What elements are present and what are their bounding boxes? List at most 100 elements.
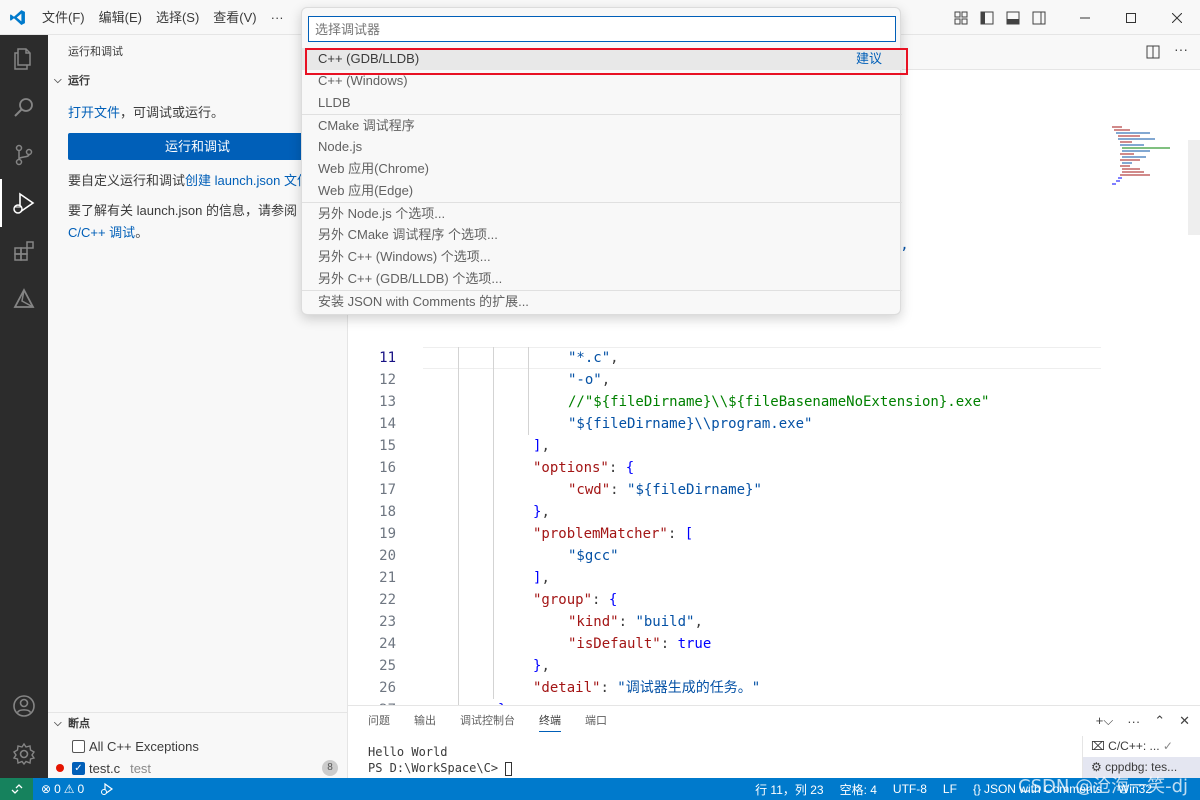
- code-token: :: [592, 592, 609, 608]
- code-line[interactable]: 22 "group": {: [348, 589, 1108, 611]
- debugger-option[interactable]: Web 应用(Chrome): [302, 158, 902, 180]
- code-token: "-o": [568, 372, 602, 388]
- code-token: "cwd": [568, 482, 611, 498]
- code-line[interactable]: 21],: [348, 567, 1108, 589]
- breakpoints-header[interactable]: ⌵ 断点: [48, 713, 347, 735]
- debugger-option[interactable]: 另外 C++ (GDB/LLDB) 个选项...: [302, 268, 902, 290]
- code-line[interactable]: 17 "cwd": "${fileDirname}": [348, 479, 1108, 501]
- breakpoint-checkbox[interactable]: ✓: [72, 761, 85, 775]
- braces-icon: {}: [972, 782, 981, 796]
- close-panel-icon[interactable]: ✕: [1179, 713, 1190, 729]
- select-debugger-input[interactable]: [308, 16, 896, 42]
- tab-output[interactable]: 输出: [414, 706, 436, 736]
- menu-edit[interactable]: 编辑(E): [92, 0, 149, 35]
- line-number: 17: [379, 482, 396, 498]
- line-content: "detail": "调试器生成的任务。": [533, 677, 760, 699]
- debugger-option[interactable]: 安装 JSON with Comments 的扩展...: [302, 290, 902, 312]
- minimize-button[interactable]: [1062, 0, 1108, 35]
- code-line[interactable]: 16 "options": {: [348, 457, 1108, 479]
- debugger-option[interactable]: 另外 C++ (Windows) 个选项...: [302, 246, 902, 268]
- debugger-option-label: Node.js: [318, 139, 363, 154]
- menu-file[interactable]: 文件(F): [35, 0, 92, 35]
- code-token: [: [684, 526, 694, 542]
- accounts-icon[interactable]: [0, 682, 48, 730]
- code-line[interactable]: 25},: [348, 655, 1108, 677]
- remote-icon[interactable]: [0, 778, 33, 800]
- encoding[interactable]: UTF-8: [885, 782, 935, 796]
- split-editor-icon[interactable]: [1146, 45, 1160, 62]
- line-content: "${fileDirname}\\program.exe": [568, 413, 812, 435]
- explorer-icon[interactable]: [0, 35, 48, 83]
- tab-debug-console[interactable]: 调试控制台: [460, 706, 515, 736]
- search-icon[interactable]: [0, 83, 48, 131]
- open-file-link[interactable]: 打开文件: [68, 105, 120, 120]
- debugger-option[interactable]: CMake 调试程序: [302, 114, 902, 136]
- debugger-option[interactable]: 另外 CMake 调试程序 个选项...: [302, 224, 902, 246]
- run-and-debug-button[interactable]: 运行和调试: [68, 133, 327, 160]
- terminal-line: Hello World: [368, 745, 448, 759]
- code-token: ,: [541, 504, 550, 520]
- debugger-option[interactable]: 另外 Node.js 个选项...: [302, 202, 902, 224]
- create-launch-json-link[interactable]: 创建 launch.json 文件: [185, 173, 310, 188]
- more-actions-icon[interactable]: ···: [1174, 41, 1188, 57]
- code-line[interactable]: 20 "$gcc": [348, 545, 1108, 567]
- line-content: //"${fileDirname}\\${fileBasenameNoExten…: [568, 391, 989, 413]
- code-line[interactable]: 26 "detail": "调试器生成的任务。": [348, 677, 1108, 699]
- debugger-option[interactable]: Node.js: [302, 136, 902, 158]
- close-button[interactable]: [1154, 0, 1200, 35]
- bottom-panel: 问题 输出 调试控制台 终端 端口 +⌵ ··· ⌃ ✕ Hello World…: [348, 705, 1200, 779]
- code-line[interactable]: 14 "${fileDirname}\\program.exe": [348, 413, 1108, 435]
- chevron-down-icon: ⌵: [54, 718, 62, 729]
- debugger-option-label: C++ (Windows): [318, 73, 408, 88]
- breakpoint-item-test[interactable]: ✓ test.c test 8: [48, 757, 347, 778]
- new-terminal-icon[interactable]: +⌵: [1096, 713, 1113, 729]
- breakpoints-label: 断点: [68, 718, 90, 730]
- cmake-icon[interactable]: [0, 275, 48, 323]
- editor-scrollbar[interactable]: [1188, 140, 1200, 235]
- breakpoint-item-exceptions[interactable]: All C++ Exceptions: [48, 735, 347, 757]
- breakpoint-label: test.c: [89, 760, 121, 776]
- code-line[interactable]: 24 "isDefault": true: [348, 633, 1108, 655]
- code-token: ,: [694, 614, 703, 630]
- extensions-icon[interactable]: [0, 227, 48, 275]
- terminal-shell-icon: ⌧: [1091, 739, 1105, 753]
- tab-ports[interactable]: 端口: [585, 706, 607, 736]
- maximize-button[interactable]: [1108, 0, 1154, 35]
- code-token: "group": [533, 592, 593, 608]
- toggle-panel-icon[interactable]: [1000, 0, 1026, 35]
- debugger-option[interactable]: C++ (GDB/LLDB) 建议: [302, 48, 902, 70]
- debugger-option[interactable]: Web 应用(Edge): [302, 180, 902, 202]
- maximize-panel-icon[interactable]: ⌃: [1154, 713, 1165, 729]
- code-line[interactable]: 13 //"${fileDirname}\\${fileBasenameNoExt…: [348, 391, 1108, 413]
- code-token: ,: [541, 570, 550, 586]
- toggle-secondary-sidebar-icon[interactable]: [1026, 0, 1052, 35]
- source-control-icon[interactable]: [0, 131, 48, 179]
- tab-problems[interactable]: 问题: [368, 706, 390, 736]
- cpp-debug-docs-link[interactable]: C/C++ 调试: [68, 225, 135, 240]
- end-of-line[interactable]: LF: [935, 782, 965, 796]
- menu-selection[interactable]: 选择(S): [149, 0, 206, 35]
- toggle-sidebar-icon[interactable]: [974, 0, 1000, 35]
- code-line[interactable]: 19 "problemMatcher": [: [348, 523, 1108, 545]
- tab-terminal[interactable]: 终端: [539, 706, 561, 736]
- exceptions-checkbox[interactable]: [72, 739, 85, 753]
- code-line[interactable]: 15],: [348, 435, 1108, 457]
- debugger-option[interactable]: LLDB: [302, 92, 902, 114]
- indentation[interactable]: 空格: 4: [832, 781, 885, 798]
- minimap[interactable]: [1110, 125, 1180, 190]
- problems-status[interactable]: ⊗ 0 ⚠ 0: [33, 782, 92, 796]
- code-line[interactable]: 23 "kind": "build",: [348, 611, 1108, 633]
- code-line[interactable]: 12 "-o",: [348, 369, 1108, 391]
- terminal-list-item[interactable]: ⌧ C/C++: ... ✓: [1083, 736, 1200, 757]
- terminal-output[interactable]: Hello World PS D:\WorkSpace\C>: [348, 736, 1200, 776]
- code-line[interactable]: 18},: [348, 501, 1108, 523]
- settings-gear-icon[interactable]: [0, 730, 48, 778]
- more-icon[interactable]: ···: [1127, 714, 1140, 729]
- cursor-position[interactable]: 行 11，列 23: [747, 781, 831, 798]
- debug-launch-icon[interactable]: [92, 782, 122, 796]
- run-debug-icon[interactable]: [0, 179, 48, 227]
- menu-view[interactable]: 查看(V): [206, 0, 263, 35]
- debugger-option[interactable]: C++ (Windows): [302, 70, 902, 92]
- menu-more[interactable]: ···: [264, 0, 291, 35]
- layout-customize-icon[interactable]: [948, 0, 974, 35]
